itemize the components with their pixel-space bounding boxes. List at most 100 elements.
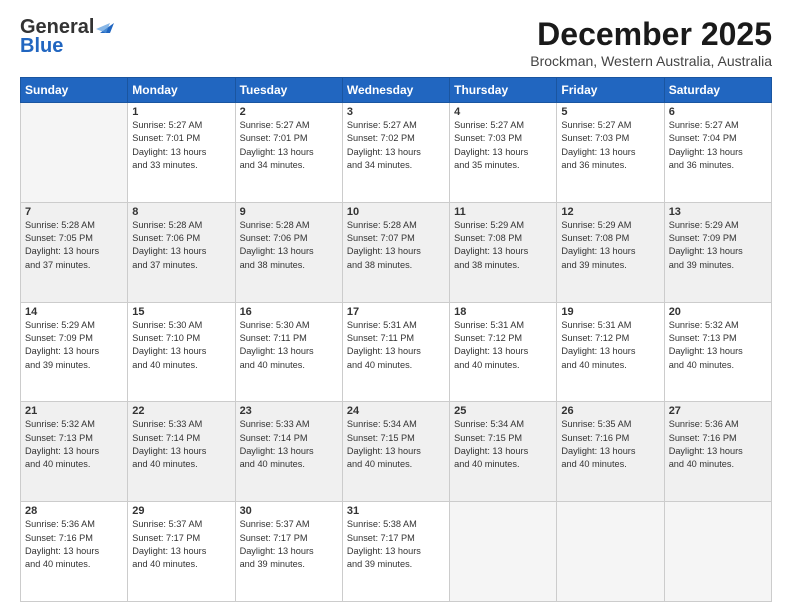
day-info: Sunrise: 5:29 AMSunset: 7:08 PMDaylight:…	[454, 219, 552, 272]
logo-bird-icon	[96, 19, 114, 37]
logo: General Blue	[20, 16, 114, 58]
day-info: Sunrise: 5:30 AMSunset: 7:11 PMDaylight:…	[240, 319, 338, 372]
calendar-cell: 8Sunrise: 5:28 AMSunset: 7:06 PMDaylight…	[128, 202, 235, 302]
day-number: 19	[561, 306, 659, 318]
day-info: Sunrise: 5:36 AMSunset: 7:16 PMDaylight:…	[669, 418, 767, 471]
day-number: 18	[454, 306, 552, 318]
col-header-monday: Monday	[128, 78, 235, 103]
page: General Blue December 2025 Brockman, Wes…	[0, 0, 792, 612]
calendar-cell: 17Sunrise: 5:31 AMSunset: 7:11 PMDayligh…	[342, 302, 449, 402]
calendar-cell: 22Sunrise: 5:33 AMSunset: 7:14 PMDayligh…	[128, 402, 235, 502]
day-number: 4	[454, 106, 552, 118]
calendar-cell: 24Sunrise: 5:34 AMSunset: 7:15 PMDayligh…	[342, 402, 449, 502]
day-info: Sunrise: 5:27 AMSunset: 7:03 PMDaylight:…	[454, 119, 552, 172]
calendar-cell: 20Sunrise: 5:32 AMSunset: 7:13 PMDayligh…	[664, 302, 771, 402]
day-number: 27	[669, 405, 767, 417]
day-info: Sunrise: 5:34 AMSunset: 7:15 PMDaylight:…	[347, 418, 445, 471]
calendar-cell: 11Sunrise: 5:29 AMSunset: 7:08 PMDayligh…	[450, 202, 557, 302]
day-info: Sunrise: 5:27 AMSunset: 7:01 PMDaylight:…	[240, 119, 338, 172]
day-info: Sunrise: 5:29 AMSunset: 7:08 PMDaylight:…	[561, 219, 659, 272]
day-number: 7	[25, 206, 123, 218]
calendar-cell: 9Sunrise: 5:28 AMSunset: 7:06 PMDaylight…	[235, 202, 342, 302]
day-number: 17	[347, 306, 445, 318]
calendar-cell	[664, 502, 771, 602]
day-info: Sunrise: 5:36 AMSunset: 7:16 PMDaylight:…	[25, 518, 123, 571]
day-number: 22	[132, 405, 230, 417]
calendar-cell: 16Sunrise: 5:30 AMSunset: 7:11 PMDayligh…	[235, 302, 342, 402]
day-number: 25	[454, 405, 552, 417]
day-number: 15	[132, 306, 230, 318]
title-block: December 2025 Brockman, Western Australi…	[530, 16, 772, 69]
calendar-cell: 27Sunrise: 5:36 AMSunset: 7:16 PMDayligh…	[664, 402, 771, 502]
day-number: 14	[25, 306, 123, 318]
calendar-cell: 23Sunrise: 5:33 AMSunset: 7:14 PMDayligh…	[235, 402, 342, 502]
day-info: Sunrise: 5:31 AMSunset: 7:11 PMDaylight:…	[347, 319, 445, 372]
day-number: 1	[132, 106, 230, 118]
day-info: Sunrise: 5:28 AMSunset: 7:06 PMDaylight:…	[132, 219, 230, 272]
day-number: 13	[669, 206, 767, 218]
calendar-cell: 5Sunrise: 5:27 AMSunset: 7:03 PMDaylight…	[557, 103, 664, 203]
calendar-week-row: 21Sunrise: 5:32 AMSunset: 7:13 PMDayligh…	[21, 402, 772, 502]
calendar-cell: 3Sunrise: 5:27 AMSunset: 7:02 PMDaylight…	[342, 103, 449, 203]
calendar-week-row: 14Sunrise: 5:29 AMSunset: 7:09 PMDayligh…	[21, 302, 772, 402]
calendar-cell: 18Sunrise: 5:31 AMSunset: 7:12 PMDayligh…	[450, 302, 557, 402]
day-number: 31	[347, 505, 445, 517]
calendar-cell: 4Sunrise: 5:27 AMSunset: 7:03 PMDaylight…	[450, 103, 557, 203]
calendar-cell: 21Sunrise: 5:32 AMSunset: 7:13 PMDayligh…	[21, 402, 128, 502]
day-number: 28	[25, 505, 123, 517]
calendar-cell: 31Sunrise: 5:38 AMSunset: 7:17 PMDayligh…	[342, 502, 449, 602]
calendar-cell	[21, 103, 128, 203]
day-info: Sunrise: 5:27 AMSunset: 7:02 PMDaylight:…	[347, 119, 445, 172]
day-info: Sunrise: 5:28 AMSunset: 7:07 PMDaylight:…	[347, 219, 445, 272]
day-number: 11	[454, 206, 552, 218]
calendar-cell: 6Sunrise: 5:27 AMSunset: 7:04 PMDaylight…	[664, 103, 771, 203]
day-info: Sunrise: 5:28 AMSunset: 7:05 PMDaylight:…	[25, 219, 123, 272]
col-header-saturday: Saturday	[664, 78, 771, 103]
day-info: Sunrise: 5:38 AMSunset: 7:17 PMDaylight:…	[347, 518, 445, 571]
calendar-cell: 12Sunrise: 5:29 AMSunset: 7:08 PMDayligh…	[557, 202, 664, 302]
day-info: Sunrise: 5:28 AMSunset: 7:06 PMDaylight:…	[240, 219, 338, 272]
location: Brockman, Western Australia, Australia	[530, 53, 772, 69]
day-number: 16	[240, 306, 338, 318]
header: General Blue December 2025 Brockman, Wes…	[20, 16, 772, 69]
day-number: 24	[347, 405, 445, 417]
calendar-cell: 2Sunrise: 5:27 AMSunset: 7:01 PMDaylight…	[235, 103, 342, 203]
calendar-cell: 7Sunrise: 5:28 AMSunset: 7:05 PMDaylight…	[21, 202, 128, 302]
day-info: Sunrise: 5:33 AMSunset: 7:14 PMDaylight:…	[240, 418, 338, 471]
calendar-week-row: 1Sunrise: 5:27 AMSunset: 7:01 PMDaylight…	[21, 103, 772, 203]
day-number: 23	[240, 405, 338, 417]
day-info: Sunrise: 5:27 AMSunset: 7:04 PMDaylight:…	[669, 119, 767, 172]
day-info: Sunrise: 5:29 AMSunset: 7:09 PMDaylight:…	[25, 319, 123, 372]
day-number: 30	[240, 505, 338, 517]
day-info: Sunrise: 5:31 AMSunset: 7:12 PMDaylight:…	[454, 319, 552, 372]
day-info: Sunrise: 5:32 AMSunset: 7:13 PMDaylight:…	[25, 418, 123, 471]
day-number: 8	[132, 206, 230, 218]
day-info: Sunrise: 5:27 AMSunset: 7:03 PMDaylight:…	[561, 119, 659, 172]
month-title: December 2025	[530, 16, 772, 53]
calendar-cell: 30Sunrise: 5:37 AMSunset: 7:17 PMDayligh…	[235, 502, 342, 602]
day-number: 26	[561, 405, 659, 417]
calendar-cell: 15Sunrise: 5:30 AMSunset: 7:10 PMDayligh…	[128, 302, 235, 402]
calendar-cell: 28Sunrise: 5:36 AMSunset: 7:16 PMDayligh…	[21, 502, 128, 602]
day-number: 20	[669, 306, 767, 318]
calendar-cell: 10Sunrise: 5:28 AMSunset: 7:07 PMDayligh…	[342, 202, 449, 302]
day-number: 10	[347, 206, 445, 218]
col-header-thursday: Thursday	[450, 78, 557, 103]
calendar-cell: 13Sunrise: 5:29 AMSunset: 7:09 PMDayligh…	[664, 202, 771, 302]
day-info: Sunrise: 5:27 AMSunset: 7:01 PMDaylight:…	[132, 119, 230, 172]
calendar: SundayMondayTuesdayWednesdayThursdayFrid…	[20, 77, 772, 602]
day-number: 29	[132, 505, 230, 517]
day-number: 2	[240, 106, 338, 118]
day-number: 5	[561, 106, 659, 118]
calendar-cell: 29Sunrise: 5:37 AMSunset: 7:17 PMDayligh…	[128, 502, 235, 602]
logo-blue: Blue	[20, 35, 63, 58]
calendar-cell	[450, 502, 557, 602]
day-number: 9	[240, 206, 338, 218]
calendar-cell: 14Sunrise: 5:29 AMSunset: 7:09 PMDayligh…	[21, 302, 128, 402]
day-info: Sunrise: 5:32 AMSunset: 7:13 PMDaylight:…	[669, 319, 767, 372]
day-info: Sunrise: 5:29 AMSunset: 7:09 PMDaylight:…	[669, 219, 767, 272]
day-info: Sunrise: 5:37 AMSunset: 7:17 PMDaylight:…	[240, 518, 338, 571]
day-number: 12	[561, 206, 659, 218]
day-info: Sunrise: 5:37 AMSunset: 7:17 PMDaylight:…	[132, 518, 230, 571]
day-number: 6	[669, 106, 767, 118]
